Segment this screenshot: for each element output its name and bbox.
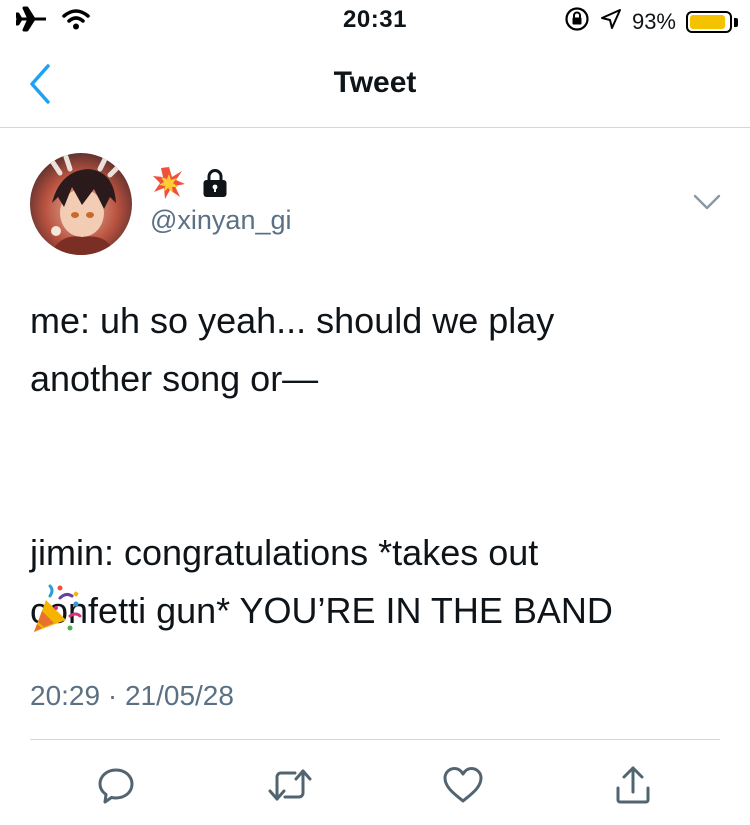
- reply-icon: [98, 768, 134, 804]
- share-button[interactable]: [608, 760, 658, 810]
- battery-level-fill: [690, 15, 725, 29]
- orientation-lock-icon: [564, 6, 590, 38]
- avatar[interactable]: [30, 153, 132, 255]
- like-icon: [443, 767, 483, 803]
- status-right: 93%: [564, 6, 738, 38]
- tweet-timestamp: 20:29 · 21/05/28: [30, 680, 234, 711]
- battery-tip: [734, 17, 738, 27]
- party-popper-emoji: [30, 584, 82, 636]
- display-name: [152, 166, 228, 205]
- battery-icon: [686, 11, 732, 33]
- lock-icon: [202, 168, 228, 203]
- chevron-down-icon: [693, 194, 721, 210]
- retweet-icon: [268, 769, 312, 801]
- divider: [30, 739, 720, 740]
- reply-button[interactable]: [91, 760, 141, 810]
- status-bar: 20:31 93%: [0, 0, 750, 42]
- page-title: Tweet: [333, 66, 417, 99]
- collision-emoji: [152, 166, 186, 205]
- tweet-action-bar: [0, 760, 750, 810]
- retweet-button[interactable]: [265, 760, 315, 810]
- nav-bar: Tweet: [0, 42, 750, 128]
- tweet-text: me: uh so yeah... should we play another…: [30, 300, 613, 631]
- battery-percent: 93%: [631, 9, 676, 34]
- more-options-button[interactable]: [692, 190, 722, 214]
- share-icon: [616, 766, 650, 804]
- location-arrow-icon: [600, 8, 622, 36]
- tweet-detail-screen: 20:31 93% Tweet @xinyan_gi me: uh so yea…: [0, 0, 750, 825]
- like-button[interactable]: [438, 760, 488, 810]
- user-handle[interactable]: @xinyan_gi: [150, 205, 292, 236]
